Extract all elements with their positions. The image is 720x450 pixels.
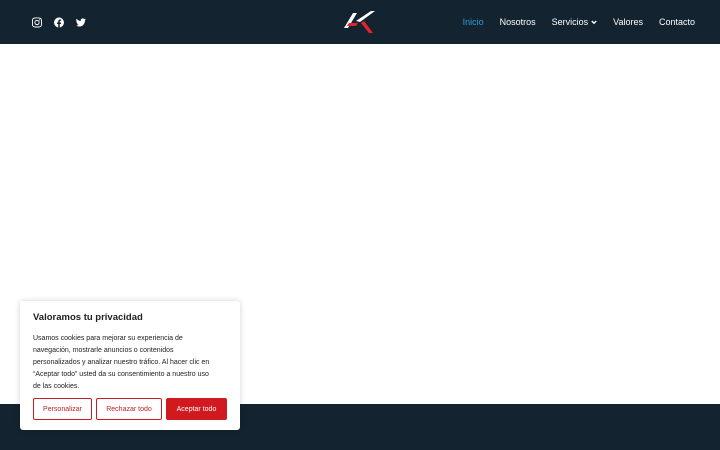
nav-valores[interactable]: Valores: [613, 17, 643, 27]
cookie-consent-banner: Valoramos tu privacidad Usamos cookies p…: [20, 301, 240, 430]
logo-white-arm: [356, 11, 375, 22]
cookie-text-line: “Aceptar todo” usted da su consentimient…: [33, 371, 209, 378]
nav-nosotros[interactable]: Nosotros: [500, 17, 536, 27]
cookie-description: Usamos cookies para mejorar su experienc…: [33, 333, 227, 393]
main-nav: Inicio Nosotros Servicios Valores Contac…: [463, 0, 695, 44]
nav-servicios[interactable]: Servicios: [552, 17, 598, 27]
logo-red-leg: [361, 21, 373, 33]
site-header: Inicio Nosotros Servicios Valores Contac…: [0, 0, 720, 44]
cookie-actions: Personalizar Rechazar todo Aceptar todo: [33, 398, 227, 420]
accept-all-button[interactable]: Aceptar todo: [166, 398, 227, 420]
instagram-icon[interactable]: [32, 17, 42, 27]
cookie-text-line: navegación, mostrarle anuncios o conteni…: [33, 347, 174, 354]
cookie-text-line: personalizados y analizar nuestro tráfic…: [33, 359, 210, 366]
cookie-text-line: Usamos cookies para mejorar su experienc…: [33, 335, 183, 342]
reject-all-button[interactable]: Rechazar todo: [96, 398, 162, 420]
nav-label: Valores: [613, 17, 643, 27]
brand-logo[interactable]: [344, 11, 376, 34]
chevron-down-icon: [591, 19, 597, 25]
nav-label: Contacto: [658, 17, 695, 27]
customize-button[interactable]: Personalizar: [33, 398, 92, 420]
cookie-text-line: de las cookies.: [33, 383, 80, 390]
facebook-icon[interactable]: [54, 17, 64, 27]
nav-label: Inicio: [462, 17, 484, 27]
twitter-icon[interactable]: [76, 17, 86, 27]
nav-inicio[interactable]: Inicio: [463, 17, 484, 27]
social-links: [32, 0, 86, 44]
cookie-title: Valoramos tu privacidad: [33, 312, 143, 323]
nav-contacto[interactable]: Contacto: [659, 17, 695, 27]
nav-label: Servicios: [551, 17, 589, 27]
nav-label: Nosotros: [499, 17, 536, 27]
